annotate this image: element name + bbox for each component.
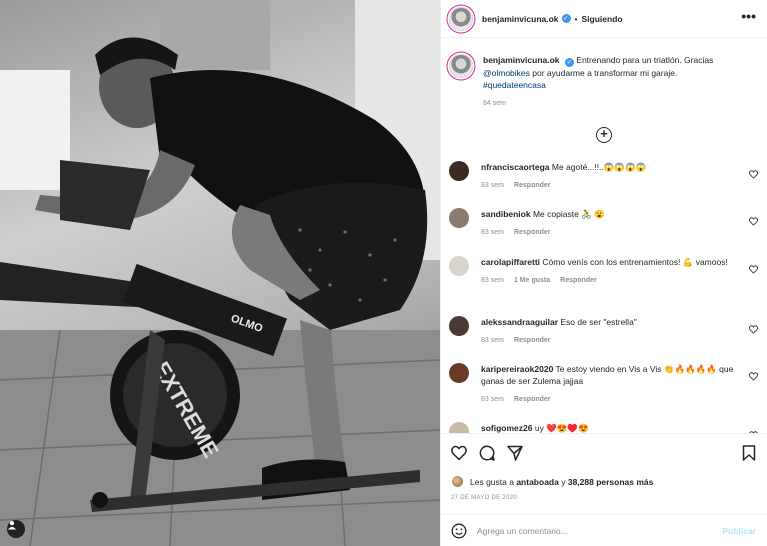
load-more-comments-button[interactable]: + (596, 127, 612, 143)
like-comment-heart-icon[interactable] (749, 265, 758, 274)
post-header: benjaminvicuna.ok ✓ • Siguiendo ••• (441, 0, 767, 38)
comment-item: karipereiraok2020 Te estoy viendo en Vis… (449, 363, 760, 406)
like-comment-heart-icon[interactable] (749, 325, 758, 334)
comment-time[interactable]: 83 sem (481, 396, 504, 403)
post-date[interactable]: 27 DE MAYO DE 2020 (451, 495, 517, 501)
post-caption: benjaminvicuna.ok ✓ Entrenando para un t… (441, 39, 767, 110)
like-heart-icon[interactable] (451, 445, 467, 461)
comment-text: Me agoté...!!..😱😱😱😱 (551, 162, 647, 172)
share-paper-plane-icon[interactable] (507, 445, 523, 461)
comment-avatar[interactable] (449, 256, 469, 276)
comment-username[interactable]: karipereiraok2020 (481, 364, 553, 374)
caption-hashtag-link[interactable]: #quedateencasa (483, 80, 546, 90)
comment-username[interactable]: nfranciscaortega (481, 162, 550, 172)
likes-count[interactable]: 38,288 personas más (568, 477, 654, 487)
caption-text-2: por ayudarme a transformar mi garaje. (532, 68, 678, 78)
comment-bubble-icon[interactable] (479, 445, 495, 461)
like-comment-heart-icon[interactable] (749, 372, 758, 381)
comment-text: uy ❤️😍♥️😍 (534, 423, 589, 433)
comment-text: Me copiaste 🚴 😮 (532, 209, 605, 219)
comment-avatar[interactable] (449, 363, 469, 383)
comment-avatar[interactable] (449, 316, 469, 336)
reply-button[interactable]: Responder (514, 229, 551, 236)
reply-button[interactable]: Responder (514, 396, 551, 403)
post-side-panel: benjaminvicuna.ok ✓ • Siguiendo ••• benj… (440, 0, 767, 546)
like-comment-heart-icon[interactable] (749, 217, 758, 226)
like-comment-heart-icon[interactable] (749, 170, 758, 179)
comment-avatar[interactable] (449, 422, 469, 433)
user-tag-icon (8, 521, 16, 530)
likes-connector: y (561, 476, 566, 487)
photo-illustration: EXTREME OLMO (0, 0, 440, 546)
post-photo[interactable]: EXTREME OLMO (0, 0, 440, 546)
caption-text-1: Entrenando para un triatlón. Gracias (576, 55, 714, 65)
comment-item: alekssandraaguilar Eso de ser "estrella"… (449, 316, 760, 347)
comment-time[interactable]: 83 sem (481, 277, 504, 284)
caption-mention-link[interactable]: @olmobikes (483, 68, 530, 78)
liker-avatar (451, 475, 464, 488)
comment-text: Eso de ser "estrella" (560, 317, 637, 327)
caption-author-avatar[interactable] (449, 54, 473, 78)
more-options-icon[interactable]: ••• (741, 9, 756, 23)
caption-verified-badge-icon: ✓ (564, 58, 574, 67)
comment-username[interactable]: sandibeniok (481, 209, 531, 219)
publish-button[interactable]: Publicar (722, 526, 756, 536)
comment-avatar[interactable] (449, 161, 469, 181)
comment-time[interactable]: 83 sem (481, 182, 504, 189)
save-bookmark-icon[interactable] (742, 445, 756, 461)
tagged-users-button[interactable] (7, 520, 25, 538)
reply-button[interactable]: Responder (514, 337, 551, 344)
comment-likes-count[interactable]: 1 Me gusta (514, 277, 550, 284)
comment-username[interactable]: carolapiffaretti (481, 257, 540, 267)
emoji-icon[interactable] (451, 523, 467, 539)
author-username[interactable]: benjaminvicuna.ok (482, 14, 559, 24)
following-button[interactable]: Siguiendo (582, 14, 623, 24)
separator-dot: • (574, 13, 578, 24)
verified-badge-icon: ✓ (561, 14, 571, 23)
comment-text: Cómo venís con los entrenamientos! 💪 vam… (542, 257, 728, 267)
likes-prefix: Les gusta a (470, 476, 514, 487)
post-actions: Les gusta a antaboada y 38,288 personas … (441, 433, 767, 546)
comment-avatar[interactable] (449, 208, 469, 228)
caption-body: benjaminvicuna.ok ✓ Entrenando para un t… (483, 54, 753, 110)
comment-username[interactable]: sofigomez26 (481, 423, 533, 433)
comment-item: sandibeniok Me copiaste 🚴 😮 83 sem Respon… (449, 208, 760, 239)
add-comment-bar: Agrega un comentario... Publicar (441, 514, 767, 546)
author-avatar[interactable] (449, 6, 473, 31)
reply-button[interactable]: Responder (514, 182, 551, 189)
caption-username[interactable]: benjaminvicuna.ok (483, 55, 560, 65)
comment-item: nfranciscaortega Me agoté...!!..😱😱😱😱 83 … (449, 161, 760, 192)
reply-button[interactable]: Responder (560, 277, 597, 284)
comment-time[interactable]: 83 sem (481, 229, 504, 236)
likes-summary[interactable]: Les gusta a antaboada y 38,288 personas … (451, 475, 653, 488)
comment-item: sofigomez26 uy ❤️😍♥️😍 (449, 422, 760, 433)
comment-item: carolapiffaretti Cómo venís con los entr… (449, 256, 760, 287)
comments-section[interactable]: benjaminvicuna.ok ✓ Entrenando para un t… (441, 39, 767, 433)
comment-input[interactable]: Agrega un comentario... (477, 526, 722, 536)
comment-username[interactable]: alekssandraaguilar (481, 317, 558, 327)
liker-username[interactable]: antaboada (516, 477, 559, 487)
comment-time[interactable]: 83 sem (481, 337, 504, 344)
caption-timestamp[interactable]: 84 sem (483, 98, 753, 110)
